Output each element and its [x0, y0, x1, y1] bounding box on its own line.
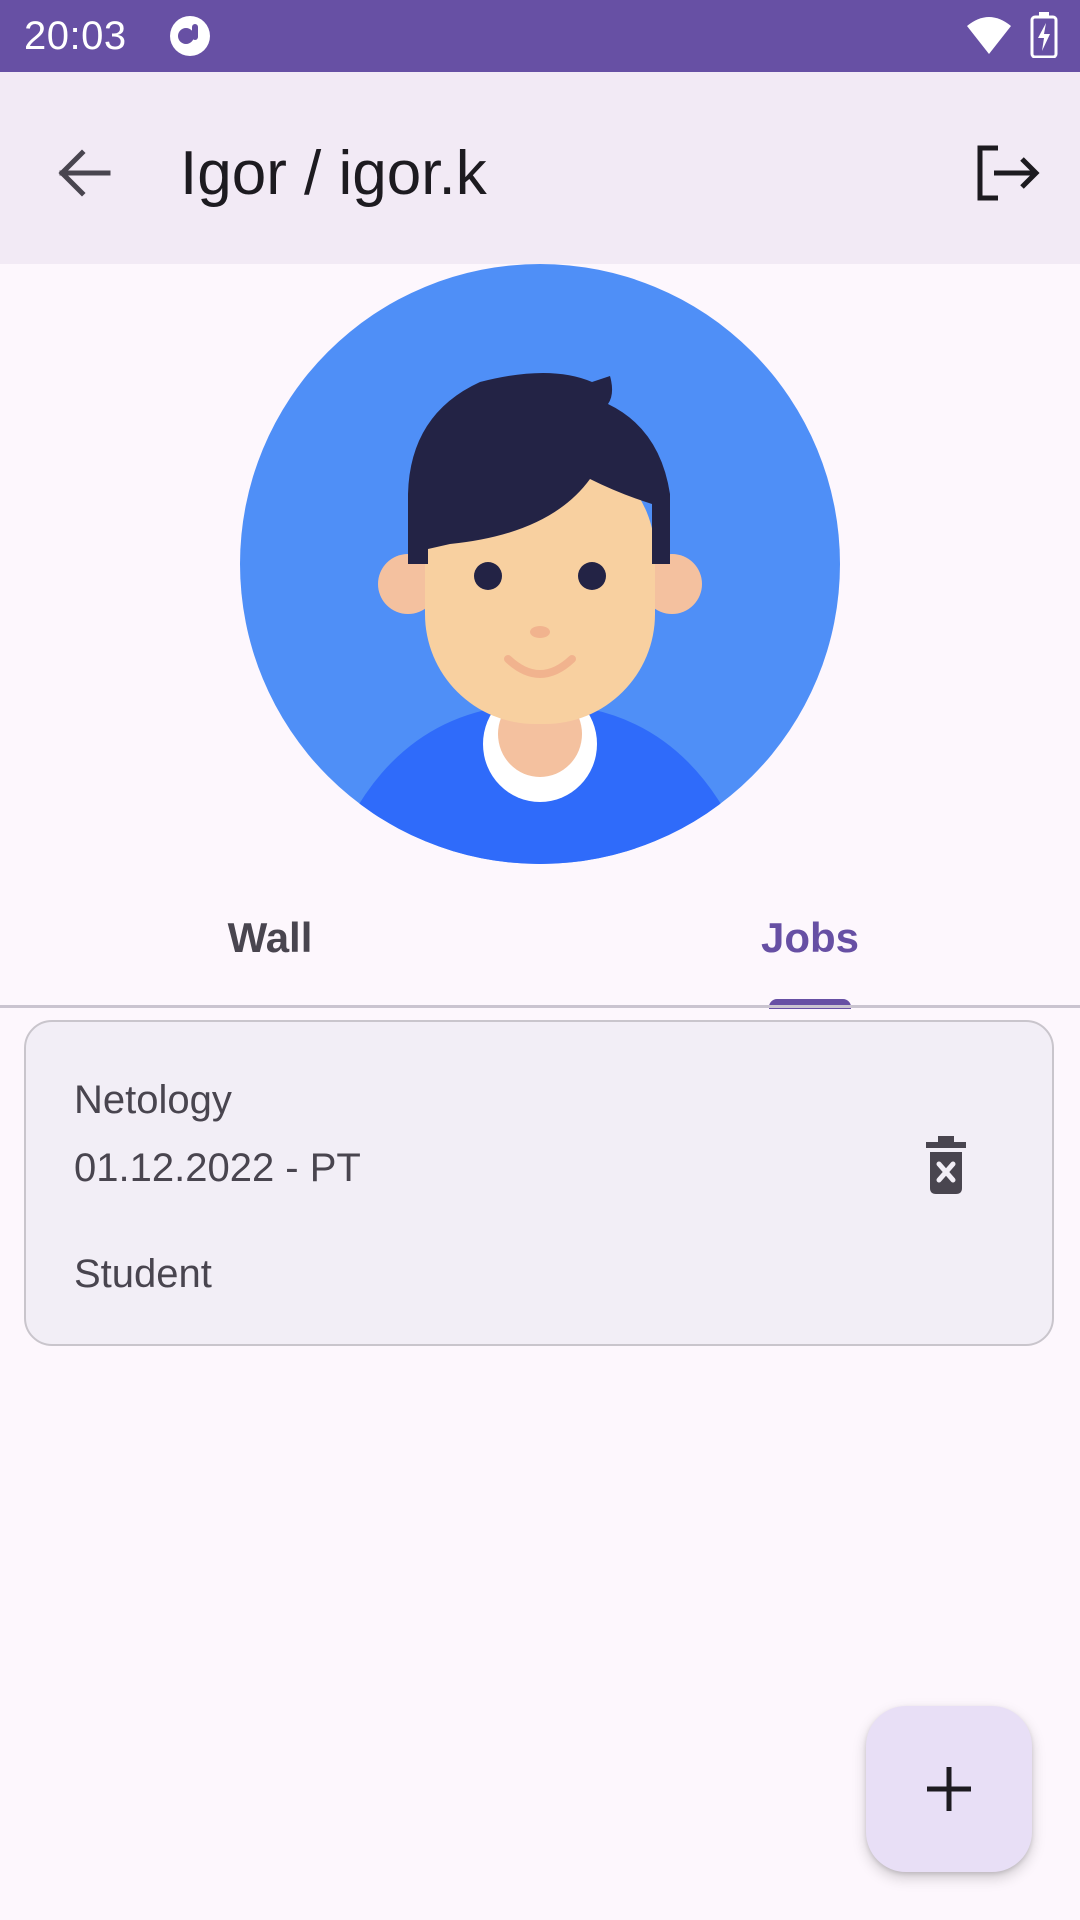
wifi-icon: [967, 17, 1011, 54]
user-avatar: [240, 264, 840, 864]
logout-icon: [977, 145, 1040, 201]
add-icon: [927, 1767, 971, 1811]
status-time: 20:03: [24, 14, 127, 58]
tab-wall[interactable]: Wall: [0, 880, 540, 1004]
page-title: Igor / igor.k: [180, 139, 487, 208]
app-notification-icon: [170, 16, 210, 56]
job-position: Student: [74, 1252, 212, 1296]
status-bar: 20:03: [0, 0, 1080, 72]
job-company: Netology: [74, 1078, 232, 1122]
delete-job-button[interactable]: [916, 1132, 976, 1198]
tabs-divider: [0, 1005, 1080, 1008]
tab-jobs-label: Jobs: [760, 914, 860, 961]
tab-jobs[interactable]: Jobs: [540, 880, 1080, 1004]
job-period: 01.12.2022 - PT: [74, 1146, 361, 1190]
logout-button[interactable]: [958, 128, 1048, 218]
back-button[interactable]: [40, 128, 130, 218]
top-app-bar: Igor / igor.k: [0, 72, 1080, 264]
delete-icon: [926, 1136, 966, 1194]
arrow-back-icon: [58, 149, 111, 197]
tab-wall-label: Wall: [227, 914, 313, 961]
profile-tabs: Wall Jobs: [0, 880, 1080, 1009]
battery-charging-icon: [1030, 12, 1058, 58]
job-card: Netology 01.12.2022 - PT Student: [24, 1020, 1054, 1346]
add-job-fab[interactable]: [866, 1706, 1032, 1872]
